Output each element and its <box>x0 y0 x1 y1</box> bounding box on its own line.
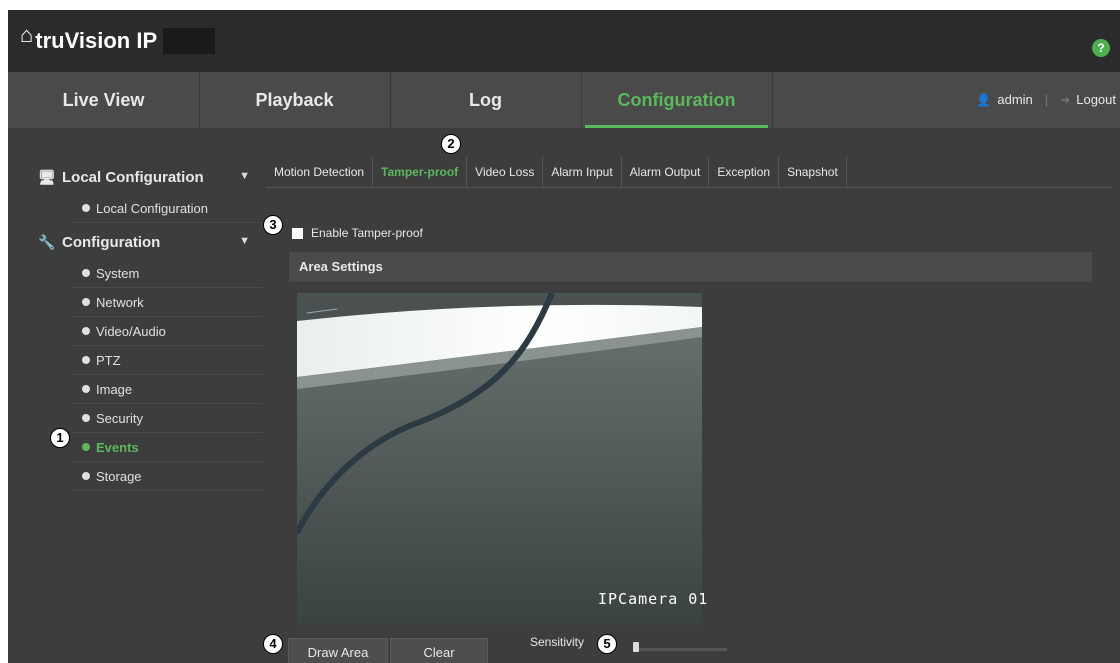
logout-link[interactable]: Logout <box>1076 72 1116 128</box>
subtab-alarm-output[interactable]: Alarm Output <box>622 157 710 187</box>
sensitivity-slider-handle[interactable] <box>633 642 639 652</box>
bullet-icon <box>82 204 90 212</box>
subtab-snapshot[interactable]: Snapshot <box>779 157 847 187</box>
callout-marker: 3 <box>263 215 283 235</box>
callout-marker: 4 <box>263 634 283 654</box>
logo: ⌂ truVision IP <box>20 22 216 54</box>
clear-button[interactable]: Clear <box>390 638 488 663</box>
user-area: 👤 admin | ➜ Logout <box>976 72 1116 128</box>
sidebar-item-security[interactable]: Security <box>72 404 262 433</box>
sensitivity-label: Sensitivity <box>530 635 585 649</box>
enable-tamper-proof[interactable]: Enable Tamper-proof <box>292 226 423 240</box>
bullet-icon <box>82 269 90 277</box>
sensitivity-slider[interactable] <box>635 648 727 651</box>
camera-caption: IPCamera 01 <box>598 590 709 608</box>
camera-preview[interactable] <box>297 293 702 625</box>
bullet-icon <box>82 298 90 306</box>
enable-label: Enable Tamper-proof <box>311 226 423 240</box>
sidebar-item-ptz[interactable]: PTZ <box>72 346 262 375</box>
sidebar-section-configuration[interactable]: 🔧 Configuration ▼ <box>26 225 262 259</box>
subtab-exception[interactable]: Exception <box>709 157 780 187</box>
sidebar-item-network[interactable]: Network <box>72 288 262 317</box>
subtab-tamper-proof[interactable]: Tamper-proof <box>373 157 468 187</box>
sidebar-item-label: Image <box>96 381 133 397</box>
callout-marker: 2 <box>441 134 461 154</box>
subtab-motion-detection[interactable]: Motion Detection <box>266 157 374 187</box>
subtab-video-loss[interactable]: Video Loss <box>467 157 544 187</box>
callout-marker: 1 <box>50 428 70 448</box>
bullet-icon <box>82 327 90 335</box>
sidebar-item-events[interactable]: Events <box>72 433 262 462</box>
user-icon: 👤 <box>976 93 992 107</box>
sidebar-item-label: Video/Audio <box>96 323 166 339</box>
sidebar-section-label: Local Configuration <box>62 168 204 186</box>
username: admin <box>997 92 1033 107</box>
draw-area-button[interactable]: Draw Area <box>288 638 388 663</box>
chevron-down-icon: ▼ <box>239 235 250 247</box>
sidebar-item-label: Storage <box>96 468 142 484</box>
brand-bar: ⌂ truVision IP ? <box>8 10 1120 72</box>
sidebar-item-label: PTZ <box>96 352 121 368</box>
sidebar-item-label: System <box>96 265 140 281</box>
subtab-alarm-input[interactable]: Alarm Input <box>543 157 622 187</box>
sidebar-item-image[interactable]: Image <box>72 375 262 404</box>
tab-log[interactable]: Log <box>390 72 582 128</box>
sidebar-item-label: Events <box>96 439 139 455</box>
bullet-icon <box>82 385 90 393</box>
monitor-gear-icon: 🖥 <box>38 168 56 185</box>
help-icon[interactable]: ? <box>1092 39 1110 57</box>
tab-playback[interactable]: Playback <box>199 72 391 128</box>
subtab-divider <box>266 187 1112 188</box>
sidebar-item-label: Local Configuration <box>96 200 209 216</box>
sidebar-item-video-audio[interactable]: Video/Audio <box>72 317 262 346</box>
sidebar-item-storage[interactable]: Storage <box>72 462 262 491</box>
divider: | <box>1044 92 1049 107</box>
chevron-down-icon: ▼ <box>239 170 250 182</box>
bullet-icon <box>82 472 90 480</box>
camera-frame <box>297 293 702 625</box>
tab-configuration[interactable]: Configuration <box>581 72 773 128</box>
bullet-icon <box>82 414 90 422</box>
callout-marker: 5 <box>597 634 617 654</box>
bullet-icon <box>82 356 90 364</box>
enable-checkbox[interactable] <box>292 227 303 239</box>
bullet-icon <box>82 443 90 451</box>
sidebar-item-label: Security <box>96 410 143 426</box>
sidebar-item-local-configuration[interactable]: Local Configuration <box>72 194 262 223</box>
sidebar-section-label: Configuration <box>62 233 161 251</box>
logo-text: truVision IP <box>35 28 158 53</box>
app-window: ⌂ truVision IP ? Live View Playback Log … <box>8 10 1120 663</box>
sidebar-section-local[interactable]: 🖥 Local Configuration ▼ <box>26 160 262 194</box>
redacted-box <box>163 28 216 54</box>
logout-icon: ➜ <box>1060 93 1071 107</box>
sidebar-item-label: Network <box>96 294 144 310</box>
area-settings-header: Area Settings <box>289 252 1092 282</box>
tab-live-view[interactable]: Live View <box>8 72 200 128</box>
sidebar-item-system[interactable]: System <box>72 259 262 288</box>
network-logo-icon: ⌂ <box>20 22 34 47</box>
main-nav: Live View Playback Log Configuration 👤 a… <box>8 72 1120 128</box>
event-subtabs: Motion Detection Tamper-proof Video Loss… <box>266 157 847 187</box>
wrench-icon: 🔧 <box>38 233 56 250</box>
